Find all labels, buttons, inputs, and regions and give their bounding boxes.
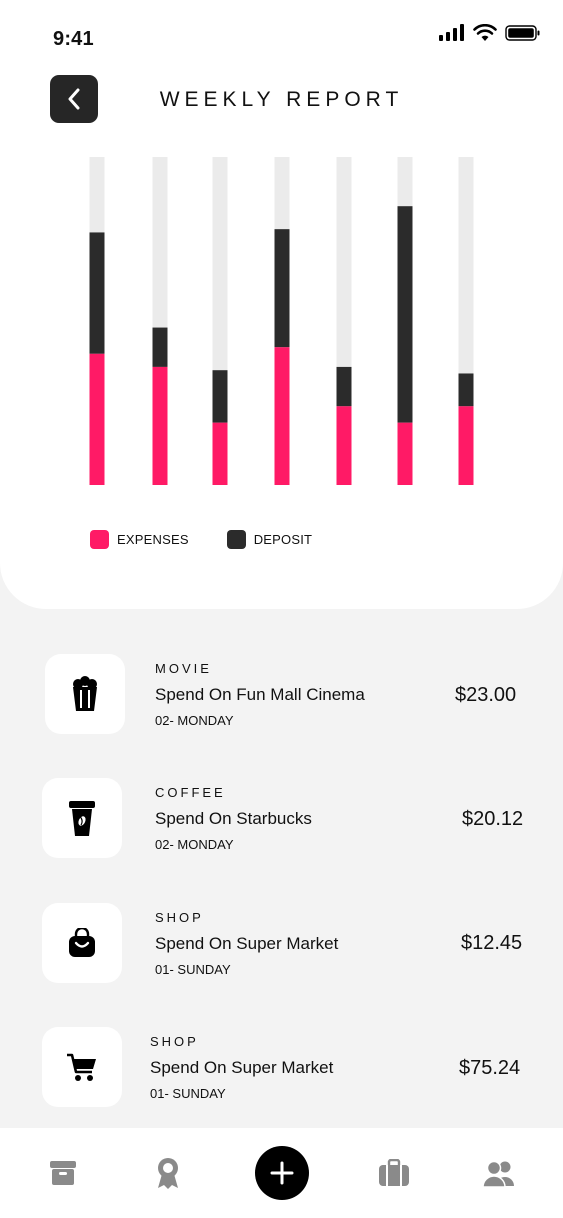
transaction-icon-tile: [42, 1027, 122, 1107]
bar-expenses: [274, 347, 290, 485]
tab-briefcase[interactable]: [364, 1128, 424, 1218]
transaction-date: 01- SUNDAY: [150, 1086, 226, 1101]
popcorn-icon: [73, 676, 97, 711]
transaction-title: Spend On Super Market: [150, 1058, 334, 1077]
transaction-category: MOVIE: [155, 661, 212, 676]
bar-expenses: [89, 353, 105, 485]
transaction-amount: $20.12: [462, 808, 524, 830]
legend-item-expenses: EXPENSES: [90, 530, 189, 549]
bar-deposit: [89, 232, 105, 354]
legend-label-expenses: EXPENSES: [117, 532, 189, 547]
transaction-date: 02- MONDAY: [155, 713, 234, 728]
transaction-date: 02- MONDAY: [155, 837, 234, 852]
transaction-date: 01- SUNDAY: [155, 962, 231, 977]
tab-users[interactable]: [469, 1128, 529, 1218]
bar-deposit: [152, 327, 168, 367]
briefcase-icon: [379, 1159, 409, 1186]
weekly-bar-chart: [89, 157, 474, 485]
report-card: 9:41 WEEKLY REPORT EXPENSES DEPOSIT: [0, 0, 563, 609]
bar-deposit: [397, 206, 413, 423]
tab-archive[interactable]: [33, 1128, 93, 1218]
transaction-icon-tile: [45, 654, 125, 734]
bar-expenses: [152, 366, 168, 485]
transaction-title: Spend On Starbucks: [155, 809, 312, 828]
transaction-category: COFFEE: [155, 785, 226, 800]
transaction-item[interactable]: SHOP Spend On Super Market 01- SUNDAY $1…: [0, 893, 563, 993]
screen: 9:41 WEEKLY REPORT EXPENSES DEPOSIT MOVI…: [0, 0, 563, 1218]
add-icon: [270, 1161, 294, 1185]
bar-deposit: [274, 229, 290, 348]
coffee-cup-icon: [69, 801, 95, 836]
transaction-icon-tile: [42, 903, 122, 983]
transaction-amount: $75.24: [459, 1057, 521, 1079]
transaction-amount: $23.00: [455, 684, 517, 706]
transaction-title: Spend On Super Market: [155, 934, 339, 953]
transaction-item[interactable]: SHOP Spend On Super Market 01- SUNDAY $7…: [0, 1017, 563, 1117]
bar-expenses: [212, 422, 228, 485]
transaction-category: SHOP: [155, 910, 204, 925]
transaction-item[interactable]: COFFEE Spend On Starbucks 02- MONDAY $20…: [0, 768, 563, 868]
transaction-item[interactable]: MOVIE Spend On Fun Mall Cinema 02- MONDA…: [0, 644, 563, 744]
bar-expenses: [458, 406, 474, 485]
award-icon: [158, 1158, 178, 1189]
bar-deposit: [212, 370, 228, 423]
users-icon: [482, 1160, 514, 1187]
transaction-icon-tile: [42, 778, 122, 858]
transaction-title: Spend On Fun Mall Cinema: [155, 685, 365, 704]
cart-icon: [67, 1053, 96, 1081]
archive-icon: [50, 1161, 76, 1185]
add-button[interactable]: [255, 1146, 309, 1200]
shopping-bag-icon: [69, 928, 95, 957]
bar-deposit: [458, 373, 474, 407]
chart-legend: EXPENSES DEPOSIT: [90, 530, 350, 549]
legend-swatch-expenses: [90, 530, 109, 549]
legend-swatch-deposit: [226, 530, 246, 549]
transaction-amount: $12.45: [461, 932, 523, 954]
tab-award[interactable]: [138, 1128, 198, 1218]
bar-expenses: [336, 406, 352, 485]
legend-label-deposit: DEPOSIT: [253, 532, 313, 547]
transaction-category: SHOP: [150, 1034, 199, 1049]
bar-expenses: [397, 422, 413, 485]
bar-deposit: [336, 366, 352, 407]
legend-item-deposit: DEPOSIT: [226, 530, 313, 549]
